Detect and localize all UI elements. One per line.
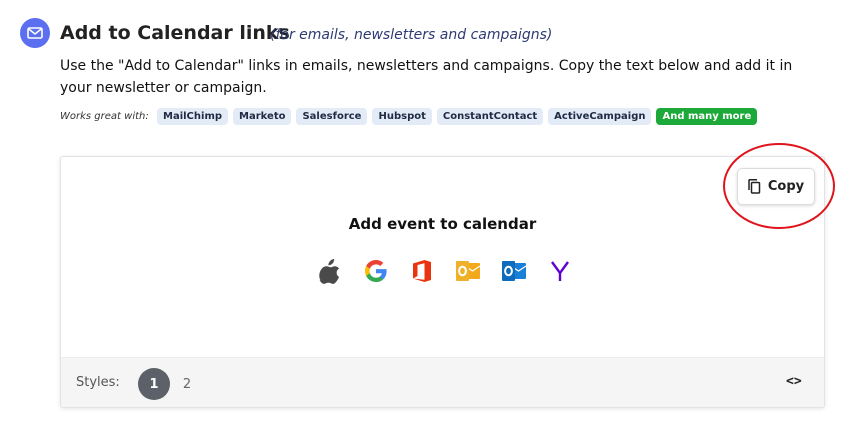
integration-tags: MailChimp Marketo Salesforce Hubspot Con… bbox=[157, 108, 758, 125]
tag-constantcontact: ConstantContact bbox=[436, 108, 544, 125]
tag-marketo: Marketo bbox=[233, 108, 292, 125]
apple-icon[interactable] bbox=[317, 258, 343, 284]
page-subtitle: (for emails, newsletters and campaigns) bbox=[270, 27, 553, 43]
styles-label: Styles: bbox=[76, 375, 120, 390]
event-title: Add event to calendar bbox=[348, 215, 537, 233]
google-icon[interactable] bbox=[363, 258, 389, 284]
tag-mailchimp: MailChimp bbox=[157, 108, 229, 125]
preview-card: Copy Add event to calendar Styles: 1 2 <… bbox=[60, 156, 825, 408]
copy-icon bbox=[748, 179, 761, 194]
works-with-label: Works great with: bbox=[60, 111, 149, 122]
outlook-icon[interactable] bbox=[455, 258, 481, 284]
office365-icon[interactable] bbox=[409, 258, 435, 284]
mail-icon bbox=[20, 18, 50, 48]
tag-activecampaign: ActiveCampaign bbox=[548, 108, 652, 125]
copy-label: Copy bbox=[767, 179, 805, 194]
tag-and-many-more[interactable]: And many more bbox=[656, 108, 758, 125]
code-toggle-icon[interactable]: <> bbox=[786, 374, 802, 389]
style-option-1[interactable]: 1 bbox=[138, 368, 170, 400]
outlook-com-icon[interactable] bbox=[501, 258, 527, 284]
tag-hubspot: Hubspot bbox=[372, 108, 432, 125]
yahoo-icon[interactable] bbox=[547, 258, 573, 284]
calendar-icons bbox=[317, 258, 573, 284]
style-option-2[interactable]: 2 bbox=[171, 368, 203, 400]
tag-salesforce: Salesforce bbox=[296, 108, 368, 125]
description: Use the "Add to Calendar" links in email… bbox=[60, 58, 793, 96]
styles-footer: Styles: 1 2 <> bbox=[61, 357, 824, 407]
copy-button[interactable]: Copy bbox=[737, 168, 815, 205]
page-title: Add to Calendar links bbox=[60, 22, 290, 44]
